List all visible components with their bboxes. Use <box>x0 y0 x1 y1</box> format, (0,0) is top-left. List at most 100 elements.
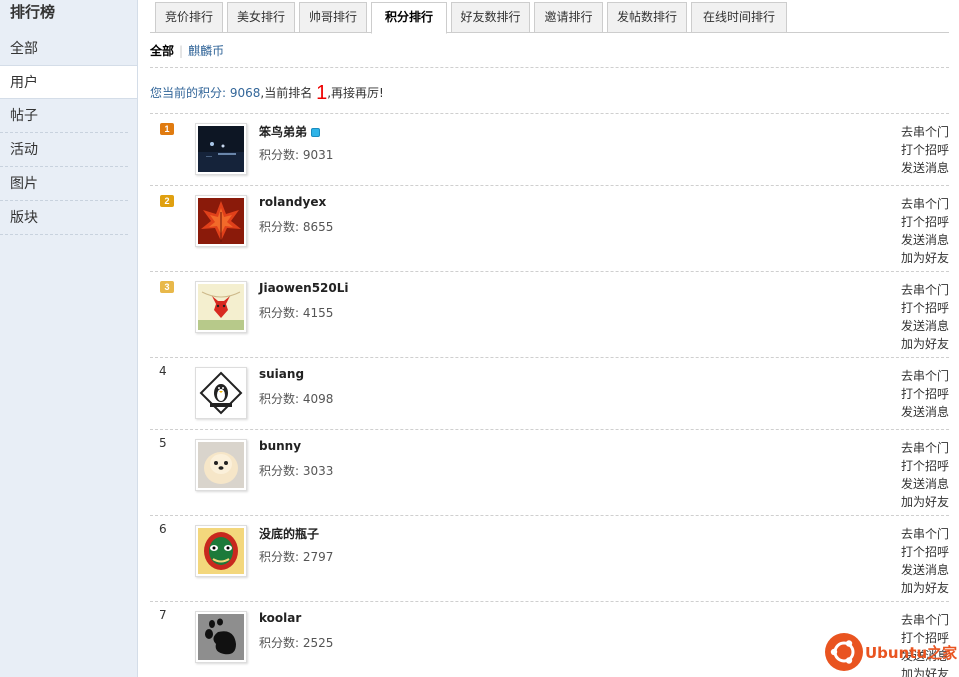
tab-friends[interactable]: 好友数排行 <box>451 2 530 33</box>
list-item: 6 没底的瓶子 积分数: 2797 去串个门 打个招呼 发送消息 加为好友 <box>150 516 949 602</box>
avatar[interactable] <box>195 525 247 577</box>
sidebar-item-posts[interactable]: 帖子 <box>0 99 128 133</box>
user-actions: 去串个门 打个招呼 发送消息 加为好友 <box>901 195 949 267</box>
sidebar-item-forums[interactable]: 版块 <box>0 201 128 235</box>
tab-handsome[interactable]: 帅哥排行 <box>299 2 367 33</box>
add-friend-link[interactable]: 加为好友 <box>901 579 949 597</box>
list-item: 4 suiang 积分数: 4098 去串个门 打个招呼 发送消息 <box>150 358 949 430</box>
visit-link[interactable]: 去串个门 <box>901 367 949 385</box>
subnav: 全部 | 麒麟币 <box>150 42 224 59</box>
add-friend-link[interactable]: 加为好友 <box>901 249 949 267</box>
red-leaf-icon <box>198 198 244 244</box>
user-score: 积分数: 4098 <box>259 392 334 406</box>
message-link[interactable]: 发送消息 <box>901 475 949 493</box>
visit-link[interactable]: 去串个门 <box>901 281 949 299</box>
credit-summary: 您当前的积分: 9068,当前排名 1,再接再厉! <box>150 80 384 104</box>
user-score: 积分数: 2525 <box>259 636 334 650</box>
username[interactable]: bunny <box>259 439 301 453</box>
divider <box>150 67 949 68</box>
greet-link[interactable]: 打个招呼 <box>901 543 949 561</box>
username[interactable]: 笨鸟弟弟 <box>259 123 321 140</box>
avatar[interactable] <box>195 195 247 247</box>
avatar[interactable] <box>195 611 247 663</box>
tab-invites[interactable]: 邀请排行 <box>534 2 603 33</box>
user-score: 积分数: 3033 <box>259 464 334 478</box>
user-actions: 去串个门 打个招呼 发送消息 加为好友 <box>901 525 949 597</box>
avatar[interactable] <box>195 439 247 491</box>
list-item: 1 笨鸟弟弟 积分数: 9031 去串个门 打个招呼 发送消息 <box>150 114 949 186</box>
list-item: 5 bunny 积分数: 3033 去串个门 打个招呼 发送消息 加为好友 <box>150 430 949 516</box>
subnav-separator: | <box>179 44 184 58</box>
summary-suffix: ,再接再厉! <box>327 86 384 100</box>
user-actions: 去串个门 打个招呼 发送消息 加为好友 <box>901 281 949 353</box>
pomeranian-dog-icon <box>198 442 244 488</box>
username[interactable]: Jiaowen520Li <box>259 281 349 295</box>
rank-number: 6 <box>159 522 167 536</box>
ubuntu-logo-icon <box>825 633 863 671</box>
username[interactable]: rolandyex <box>259 195 326 209</box>
summary-credits: 您当前的积分: 9068 <box>150 86 261 100</box>
ranking-tabs: 竞价排行 美女排行 帅哥排行 积分排行 好友数排行 邀请排行 发帖数排行 在线时… <box>150 1 949 34</box>
sidebar-item-all[interactable]: 全部 <box>0 32 128 66</box>
avatar[interactable] <box>195 281 247 333</box>
greet-link[interactable]: 打个招呼 <box>901 213 949 231</box>
summary-rank: 1 <box>316 82 328 104</box>
subnav-all[interactable]: 全部 <box>150 44 174 58</box>
list-item: 2 rolandyex 积分数: 8655 去串个门 打个招呼 发送消息 加为好… <box>150 186 949 272</box>
message-link[interactable]: 发送消息 <box>901 317 949 335</box>
tab-online-time[interactable]: 在线时间排行 <box>691 2 787 33</box>
add-friend-link[interactable]: 加为好友 <box>901 493 949 511</box>
watermark-text: Ubuntu之家 <box>865 644 958 662</box>
tab-beauty[interactable]: 美女排行 <box>227 2 295 33</box>
user-actions: 去串个门 打个招呼 发送消息 <box>901 123 949 177</box>
message-link[interactable]: 发送消息 <box>901 403 949 421</box>
sidebar-title: 排行榜 <box>10 3 56 21</box>
opera-mask-icon <box>198 528 244 574</box>
add-friend-link[interactable]: 加为好友 <box>901 335 949 353</box>
vip-icon <box>311 128 321 137</box>
message-link[interactable]: 发送消息 <box>901 159 949 177</box>
rank-badge: 1 <box>160 123 174 135</box>
avatar[interactable] <box>195 367 247 419</box>
rank-number: 4 <box>159 364 167 378</box>
user-score: 积分数: 2797 <box>259 550 334 564</box>
linux-penguin-icon <box>198 370 244 416</box>
tab-posts[interactable]: 发帖数排行 <box>607 2 687 33</box>
summary-middle: ,当前排名 <box>260 86 313 100</box>
gnome-foot-icon <box>198 614 244 660</box>
user-score: 积分数: 8655 <box>259 220 334 234</box>
tab-bid[interactable]: 竞价排行 <box>155 2 223 33</box>
greet-link[interactable]: 打个招呼 <box>901 385 949 403</box>
visit-link[interactable]: 去串个门 <box>901 611 949 629</box>
ubuntu-watermark: Ubuntu之家 <box>825 633 959 673</box>
message-link[interactable]: 发送消息 <box>901 231 949 249</box>
username[interactable]: suiang <box>259 367 304 381</box>
username[interactable]: 没底的瓶子 <box>259 525 319 542</box>
user-score: 积分数: 9031 <box>259 148 334 162</box>
rank-badge: 2 <box>160 195 174 207</box>
red-fox-icon <box>198 284 244 330</box>
sidebar-item-events[interactable]: 活动 <box>0 133 128 167</box>
user-actions: 去串个门 打个招呼 发送消息 <box>901 367 949 421</box>
username[interactable]: koolar <box>259 611 301 625</box>
user-score: 积分数: 4155 <box>259 306 334 320</box>
visit-link[interactable]: 去串个门 <box>901 123 949 141</box>
tab-credits[interactable]: 积分排行 <box>371 2 447 34</box>
user-actions: 去串个门 打个招呼 发送消息 加为好友 <box>901 439 949 511</box>
sidebar-item-users[interactable]: 用户 <box>0 65 137 99</box>
subnav-coin[interactable]: 麒麟币 <box>188 44 224 58</box>
message-link[interactable]: 发送消息 <box>901 561 949 579</box>
night-city-icon <box>198 126 244 172</box>
visit-link[interactable]: 去串个门 <box>901 525 949 543</box>
visit-link[interactable]: 去串个门 <box>901 439 949 457</box>
rank-number: 5 <box>159 436 167 450</box>
visit-link[interactable]: 去串个门 <box>901 195 949 213</box>
greet-link[interactable]: 打个招呼 <box>901 299 949 317</box>
list-item: 3 Jiaowen520Li 积分数: 4155 去串个门 打个招呼 发送消息 … <box>150 272 949 358</box>
sidebar-item-images[interactable]: 图片 <box>0 167 128 201</box>
avatar[interactable] <box>195 123 247 175</box>
greet-link[interactable]: 打个招呼 <box>901 141 949 159</box>
rank-badge: 3 <box>160 281 174 293</box>
greet-link[interactable]: 打个招呼 <box>901 457 949 475</box>
username-text[interactable]: 笨鸟弟弟 <box>259 125 307 139</box>
